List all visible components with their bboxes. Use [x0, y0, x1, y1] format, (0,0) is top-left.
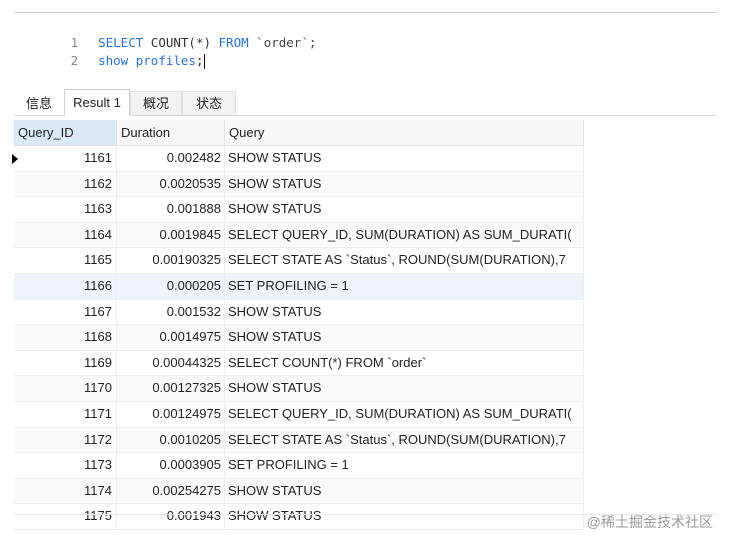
tab-result-1[interactable]: Result 1 — [64, 89, 130, 116]
table-row[interactable]: 1166 0.000205 SET PROFILING = 1 — [14, 273, 584, 300]
cell-query[interactable]: SHOW STATUS — [225, 171, 584, 197]
cell-query[interactable]: SELECT COUNT(*) FROM `order` — [225, 350, 584, 376]
cell-query-id[interactable]: 1166 — [14, 273, 117, 299]
column-header-duration[interactable]: Duration — [117, 120, 225, 145]
cell-query-id[interactable]: 1164 — [14, 222, 117, 248]
cell-query[interactable]: SHOW STATUS — [225, 325, 584, 350]
column-header-query-id[interactable]: Query_ID — [14, 120, 117, 145]
table-row[interactable]: 1172 0.0010205 SELECT STATE AS `Status`, R… — [14, 427, 584, 454]
cell-duration[interactable]: 0.00254275 — [117, 478, 225, 504]
result-grid: Query_ID Duration Query 1161 0.002482 SHOW… — [12, 120, 584, 530]
code-line-2: 2 show profiles; — [14, 34, 206, 69]
cell-duration[interactable]: 0.001888 — [117, 197, 225, 222]
cell-query[interactable]: SELECT QUERY_ID, SUM(DURATION) AS SUM_DU… — [225, 401, 584, 427]
cell-query-id[interactable]: 1173 — [14, 453, 117, 478]
cell-duration[interactable]: 0.001532 — [117, 299, 225, 325]
cell-query-id[interactable]: 1167 — [14, 299, 117, 325]
table-row[interactable]: 1167 0.001532 SHOW STATUS — [14, 299, 584, 326]
cell-duration[interactable]: 0.0003905 — [117, 453, 225, 478]
tab-status[interactable]: 状态 — [182, 91, 236, 115]
keyword: show profiles — [98, 53, 196, 68]
watermark: @稀土掘金技术社区 — [586, 514, 713, 530]
cell-duration[interactable]: 0.0019845 — [117, 222, 225, 248]
cell-duration[interactable]: 0.001943 — [117, 504, 225, 529]
table-row[interactable]: 1168 0.0014975 SHOW STATUS — [14, 325, 584, 351]
cell-duration[interactable]: 0.00044325 — [117, 350, 225, 376]
cell-query[interactable]: SHOW STATUS — [225, 376, 584, 401]
table-row[interactable]: 1171 0.00124975 SELECT QUERY_ID, SUM(DURAT… — [14, 401, 584, 428]
cell-query-id[interactable]: 1171 — [14, 401, 117, 427]
table-row[interactable]: 1163 0.001888 SHOW STATUS — [14, 197, 584, 223]
cell-duration[interactable]: 0.0010205 — [117, 427, 225, 453]
cell-duration[interactable]: 0.00190325 — [117, 248, 225, 273]
cell-query[interactable]: SHOW STATUS — [225, 504, 584, 529]
cell-duration[interactable]: 0.0014975 — [117, 325, 225, 350]
line-number: 2 — [70, 53, 79, 68]
cell-duration[interactable]: 0.00127325 — [117, 376, 225, 401]
table-row[interactable]: 1170 0.00127325 SHOW STATUS — [14, 376, 584, 402]
cell-query[interactable]: SHOW STATUS — [225, 197, 584, 222]
table-row[interactable]: 1164 0.0019845 SELECT QUERY_ID, SUM(DURATI… — [14, 222, 584, 249]
cell-query[interactable]: SELECT STATE AS `Status`, ROUND(SUM(DURA… — [225, 427, 584, 453]
code-line-1: 1 SELECT COUNT(*) FROM `order`; — [14, 16, 317, 50]
cell-query-id[interactable]: 1163 — [14, 197, 117, 222]
cell-query-id[interactable]: 1174 — [14, 478, 117, 504]
grid-header: Query_ID Duration Query — [14, 120, 584, 146]
cell-query-id[interactable]: 1165 — [14, 248, 117, 273]
cell-query-id[interactable]: 1170 — [14, 376, 117, 401]
tab-info[interactable]: 信息 — [14, 91, 64, 115]
cell-query-id[interactable]: 1168 — [14, 325, 117, 350]
table-row[interactable]: 1161 0.002482 SHOW STATUS — [12, 146, 584, 172]
cell-duration[interactable]: 0.0020535 — [117, 171, 225, 197]
cell-query[interactable]: SELECT STATE AS `Status`, ROUND(SUM(DURA… — [225, 248, 584, 273]
cell-duration[interactable]: 0.000205 — [117, 273, 225, 299]
cell-query-id[interactable]: 1169 — [14, 350, 117, 376]
code-text: `order`; — [248, 35, 317, 50]
keyword: FROM — [218, 35, 249, 50]
cell-query[interactable]: SHOW STATUS — [225, 478, 584, 504]
cell-query[interactable]: SHOW STATUS — [225, 299, 584, 325]
grid-body: 1161 0.002482 SHOW STATUS 1162 0.0020535 SHOW… — [12, 146, 584, 530]
tab-profile[interactable]: 概况 — [130, 91, 182, 115]
text-caret — [204, 54, 206, 69]
top-divider — [14, 12, 717, 13]
cell-query-id[interactable]: 1172 — [14, 427, 117, 453]
code-text: ; — [195, 53, 204, 68]
cell-duration[interactable]: 0.00124975 — [117, 401, 225, 427]
sql-editor[interactable]: 1 SELECT COUNT(*) FROM `order`; 2 show pro… — [14, 14, 717, 84]
cell-query[interactable]: SELECT QUERY_ID, SUM(DURATION) AS SUM_DU… — [225, 222, 584, 248]
cell-query-id[interactable]: 1161 — [14, 146, 117, 171]
cell-query[interactable]: SET PROFILING = 1 — [225, 453, 584, 478]
cell-query-id[interactable]: 1162 — [14, 171, 117, 197]
table-row[interactable]: 1175 0.001943 SHOW STATUS — [14, 504, 584, 530]
column-header-query[interactable]: Query — [225, 120, 584, 145]
cell-query[interactable]: SHOW STATUS — [225, 146, 584, 171]
table-row[interactable]: 1173 0.0003905 SET PROFILING = 1 — [14, 453, 584, 479]
table-row[interactable]: 1162 0.0020535 SHOW STATUS — [14, 171, 584, 198]
cell-query[interactable]: SET PROFILING = 1 — [225, 273, 584, 299]
cell-query-id[interactable]: 1175 — [14, 504, 117, 529]
result-tabbar: 信息 Result 1 概况 状态 — [14, 88, 717, 116]
table-row[interactable]: 1169 0.00044325 SELECT COUNT(*) FROM `orde… — [14, 350, 584, 377]
cell-duration[interactable]: 0.002482 — [117, 146, 225, 171]
table-row[interactable]: 1165 0.00190325 SELECT STATE AS `Status`, … — [14, 248, 584, 274]
table-row[interactable]: 1174 0.00254275 SHOW STATUS — [14, 478, 584, 505]
